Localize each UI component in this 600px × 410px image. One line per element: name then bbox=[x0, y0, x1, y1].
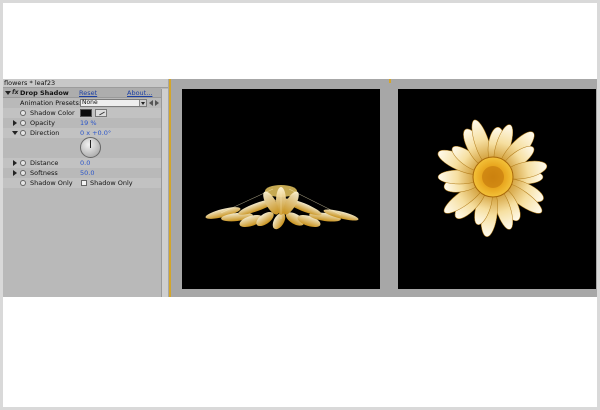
about-link[interactable]: About... bbox=[127, 88, 152, 98]
collapse-twisty-icon[interactable] bbox=[12, 131, 18, 135]
right-comp-viewer[interactable] bbox=[398, 89, 596, 289]
daisy-center-inner bbox=[482, 166, 504, 188]
direction-dial[interactable] bbox=[80, 137, 101, 158]
opacity-value[interactable]: 19 % bbox=[80, 118, 97, 128]
stopwatch-icon[interactable] bbox=[20, 180, 26, 186]
effect-controls-panel: flowers * leaf23 fx Drop Shadow Reset Ab… bbox=[3, 79, 168, 297]
shadow-color-label: Shadow Color bbox=[30, 109, 75, 117]
left-comp-viewer[interactable] bbox=[182, 89, 380, 289]
animation-presets-select[interactable]: None bbox=[80, 99, 147, 107]
direction-value[interactable]: 0 x +0.0° bbox=[80, 128, 111, 138]
animation-presets-value: None bbox=[82, 99, 98, 106]
panel-scrollbar[interactable] bbox=[161, 89, 168, 297]
expand-twisty-icon[interactable] bbox=[13, 160, 17, 166]
stopwatch-icon[interactable] bbox=[20, 120, 26, 126]
expand-twisty-icon[interactable] bbox=[13, 170, 17, 176]
collapse-twisty-icon[interactable] bbox=[5, 91, 11, 95]
panel-tab-title[interactable]: flowers * leaf23 bbox=[3, 79, 168, 88]
softness-label: Softness bbox=[30, 169, 58, 177]
shadow-color-swatch[interactable] bbox=[80, 109, 92, 117]
effect-name: Drop Shadow bbox=[20, 89, 69, 97]
eyedropper-icon[interactable] bbox=[95, 109, 107, 117]
shadow-only-checkbox-label: Shadow Only bbox=[90, 179, 133, 187]
stopwatch-icon[interactable] bbox=[20, 170, 26, 176]
distance-value[interactable]: 0.0 bbox=[80, 158, 90, 168]
stopwatch-icon[interactable] bbox=[20, 160, 26, 166]
distance-label: Distance bbox=[30, 159, 59, 167]
shadow-only-checkbox[interactable] bbox=[81, 180, 87, 186]
animation-presets-label: Animation Presets: bbox=[20, 99, 82, 107]
direction-row: Direction 0 x +0.0° bbox=[3, 128, 161, 138]
softness-row: Softness 50.0 bbox=[3, 168, 161, 178]
next-preset-icon[interactable] bbox=[155, 100, 159, 106]
distance-row: Distance 0.0 bbox=[3, 158, 161, 168]
animation-presets-row: Animation Presets: None bbox=[3, 98, 161, 108]
direction-label: Direction bbox=[30, 129, 60, 137]
previous-preset-icon[interactable] bbox=[149, 100, 153, 106]
daisy-perspective-image bbox=[205, 185, 359, 230]
fx-toggle-icon[interactable]: fx bbox=[12, 88, 18, 98]
shadow-color-row: Shadow Color bbox=[3, 108, 161, 118]
effect-header-row[interactable]: fx Drop Shadow Reset About... bbox=[3, 88, 161, 98]
viewer-separator bbox=[169, 79, 171, 297]
viewer-separator-marker bbox=[389, 79, 391, 83]
softness-value[interactable]: 50.0 bbox=[80, 168, 94, 178]
opacity-label: Opacity bbox=[30, 119, 56, 127]
dropdown-arrow-icon[interactable] bbox=[139, 100, 146, 106]
stopwatch-icon[interactable] bbox=[20, 110, 26, 116]
reset-link[interactable]: Reset bbox=[79, 88, 97, 98]
shadow-only-row: Shadow Only Shadow Only bbox=[3, 178, 161, 188]
stopwatch-icon[interactable] bbox=[20, 130, 26, 136]
shadow-only-label: Shadow Only bbox=[30, 179, 73, 187]
daisy-front-image bbox=[437, 119, 548, 237]
expand-twisty-icon[interactable] bbox=[13, 120, 17, 126]
opacity-row: Opacity 19 % bbox=[3, 118, 161, 128]
